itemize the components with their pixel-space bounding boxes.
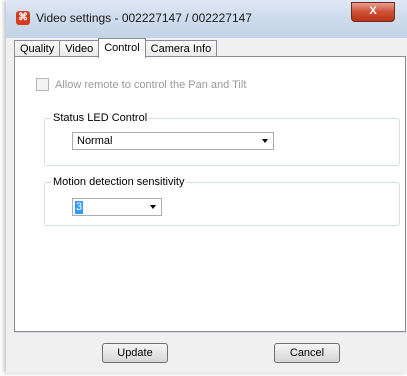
- title-bar[interactable]: ⌘ Video settings - 002227147 / 002227147…: [6, 0, 407, 38]
- motion-sensitivity-value: 3: [75, 201, 84, 214]
- tab-camera-info[interactable]: Camera Info: [144, 40, 218, 57]
- webcam-icon: ⌘: [16, 11, 30, 25]
- window-title: Video settings - 002227147 / 002227147: [36, 11, 252, 25]
- chevron-down-icon: [262, 139, 268, 143]
- remote-pan-tilt-checkbox[interactable]: [36, 78, 49, 91]
- motion-sensitivity-group: Motion detection sensitivity 3: [44, 176, 400, 226]
- status-led-select[interactable]: Normal: [72, 132, 274, 150]
- status-led-value: Normal: [77, 135, 113, 147]
- video-settings-dialog: ⌘ Video settings - 002227147 / 002227147…: [6, 0, 407, 373]
- cancel-button[interactable]: Cancel: [274, 343, 340, 363]
- tab-control[interactable]: Control: [98, 38, 146, 58]
- tab-video[interactable]: Video: [59, 40, 100, 57]
- close-button[interactable]: X: [351, 2, 395, 22]
- status-led-group-title: Status LED Control: [51, 112, 150, 125]
- tab-strip: Quality Video Control Camera Info: [14, 38, 218, 58]
- chevron-down-icon: [150, 205, 156, 209]
- remote-pan-tilt-label: Allow remote to control the Pan and Tilt: [55, 78, 247, 91]
- update-button[interactable]: Update: [102, 343, 168, 363]
- motion-sensitivity-select[interactable]: 3: [72, 198, 162, 216]
- remote-pan-tilt-option[interactable]: Allow remote to control the Pan and Tilt: [36, 78, 246, 91]
- tab-quality[interactable]: Quality: [14, 40, 61, 57]
- motion-sensitivity-group-title: Motion detection sensitivity: [51, 176, 187, 189]
- status-led-group: Status LED Control Normal: [44, 112, 400, 166]
- footer-divider: [14, 332, 406, 333]
